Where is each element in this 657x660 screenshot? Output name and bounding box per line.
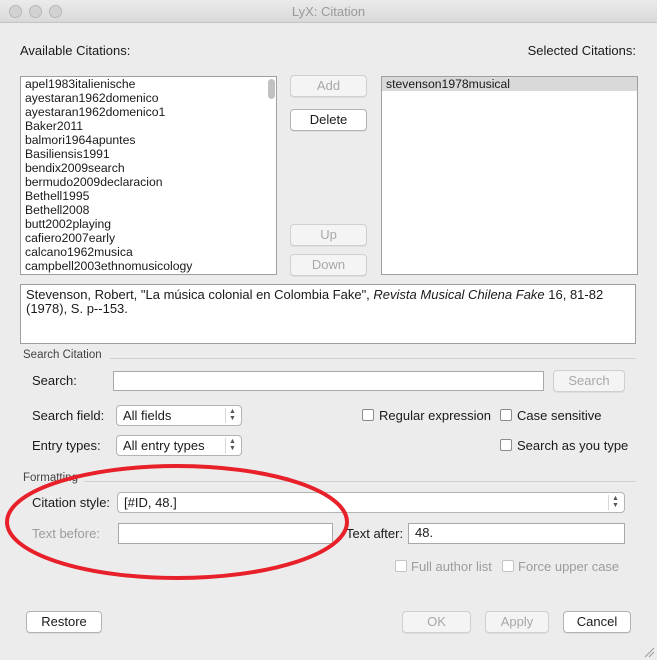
case-sensitive-label: Case sensitive bbox=[517, 408, 602, 423]
force-upper-case-label: Force upper case bbox=[518, 559, 620, 574]
regex-checkbox[interactable] bbox=[362, 409, 374, 421]
citation-preview: Stevenson, Robert, "La música colonial e… bbox=[20, 284, 636, 344]
available-citation-item[interactable]: Baker2011 bbox=[21, 119, 276, 133]
search-as-you-type-checkbox[interactable] bbox=[500, 439, 512, 451]
restore-button[interactable]: Restore bbox=[26, 611, 102, 633]
search-label: Search: bbox=[32, 373, 77, 388]
available-citation-item[interactable]: bermudo2009declaracion bbox=[21, 175, 276, 189]
delete-button[interactable]: Delete bbox=[290, 109, 367, 131]
up-button[interactable]: Up bbox=[290, 224, 367, 246]
available-citations-label: Available Citations: bbox=[20, 43, 131, 58]
available-citation-item[interactable]: calcano1962musica bbox=[21, 245, 276, 259]
text-before-label: Text before: bbox=[32, 526, 100, 541]
available-citation-item[interactable]: campbell2003ethnomusicology bbox=[21, 259, 276, 273]
cancel-button[interactable]: Cancel bbox=[563, 611, 631, 633]
available-citations-list[interactable]: apel1983italienische ayestaran1962domenic… bbox=[20, 76, 277, 275]
full-author-list-label: Full author list bbox=[411, 559, 492, 574]
available-citation-item[interactable]: ayestaran1962domenico bbox=[21, 91, 276, 105]
title-bar[interactable]: LyX: Citation bbox=[0, 0, 657, 23]
available-citation-item[interactable]: Bethell1995 bbox=[21, 189, 276, 203]
text-after-label: Text after: bbox=[346, 526, 404, 541]
full-author-list-checkbox[interactable] bbox=[395, 560, 407, 572]
formatting-heading: Formatting bbox=[23, 472, 78, 484]
citation-style-value: [#ID, 48.] bbox=[124, 495, 177, 510]
selected-citations-list[interactable]: stevenson1978musical bbox=[381, 76, 638, 275]
preview-text-1: Stevenson, Robert, "La música colonial e… bbox=[26, 287, 374, 302]
search-field-label: Search field: bbox=[32, 408, 105, 423]
preview-journal: Revista Musical Chilena Fake bbox=[373, 287, 545, 302]
regex-label: Regular expression bbox=[379, 408, 492, 423]
available-citation-item[interactable]: balmori1964apuntes bbox=[21, 133, 276, 147]
search-field-select[interactable]: All fields ▲ ▼ bbox=[116, 405, 242, 426]
text-after-input[interactable]: 48. bbox=[408, 523, 625, 544]
citation-style-label: Citation style: bbox=[32, 495, 111, 510]
available-citation-item[interactable]: Basiliensis1991 bbox=[21, 147, 276, 161]
search-separator bbox=[110, 358, 636, 359]
apply-button[interactable]: Apply bbox=[485, 611, 549, 633]
available-citation-item[interactable]: Bethell2008 bbox=[21, 203, 276, 217]
available-citation-item[interactable]: bendix2009search bbox=[21, 161, 276, 175]
search-field-value: All fields bbox=[123, 408, 172, 423]
entry-types-label: Entry types: bbox=[32, 438, 101, 453]
available-citation-item[interactable]: cafiero2007early bbox=[21, 231, 276, 245]
text-before-input[interactable] bbox=[118, 523, 333, 544]
selected-citation-item[interactable]: stevenson1978musical bbox=[382, 77, 637, 91]
add-button[interactable]: Add bbox=[290, 75, 367, 97]
citation-style-select[interactable]: [#ID, 48.] ▲ ▼ bbox=[117, 492, 625, 513]
window-title: LyX: Citation bbox=[291, 4, 366, 19]
selected-citations-label: Selected Citations: bbox=[527, 43, 636, 58]
available-list-scrollbar[interactable] bbox=[268, 79, 275, 99]
updown-arrows-icon: ▲ ▼ bbox=[225, 438, 239, 453]
case-sensitive-checkbox[interactable] bbox=[500, 409, 512, 421]
entry-types-select[interactable]: All entry types ▲ ▼ bbox=[116, 435, 242, 456]
available-citation-item[interactable]: ayestaran1962domenico1 bbox=[21, 105, 276, 119]
formatting-separator bbox=[84, 481, 636, 482]
search-citation-heading: Search Citation bbox=[23, 349, 102, 361]
updown-arrows-icon: ▲ ▼ bbox=[225, 408, 239, 423]
updown-arrows-icon: ▲ ▼ bbox=[608, 495, 622, 510]
force-upper-case-checkbox[interactable] bbox=[502, 560, 514, 572]
available-citation-item[interactable]: apel1983italienische bbox=[21, 77, 276, 91]
entry-types-value: All entry types bbox=[123, 438, 205, 453]
search-input[interactable] bbox=[113, 371, 544, 391]
search-button[interactable]: Search bbox=[553, 370, 625, 392]
search-as-you-type-label: Search as you type bbox=[517, 438, 629, 453]
down-button[interactable]: Down bbox=[290, 254, 367, 276]
resize-grip-icon[interactable] bbox=[644, 647, 655, 658]
ok-button[interactable]: OK bbox=[402, 611, 471, 633]
available-citation-item[interactable]: butt2002playing bbox=[21, 217, 276, 231]
